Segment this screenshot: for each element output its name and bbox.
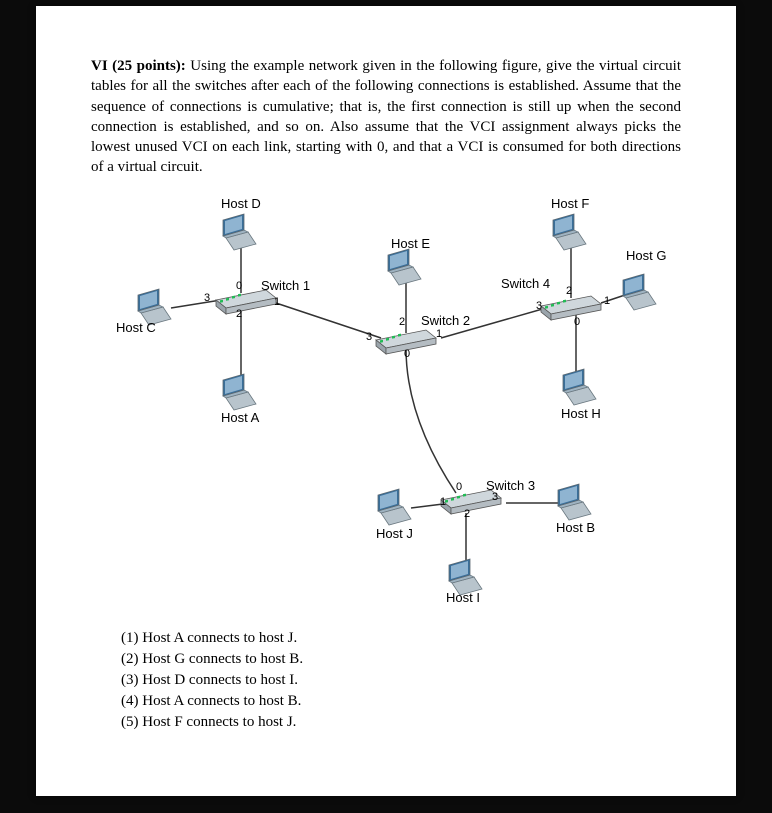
port-s3-3: 3 bbox=[492, 491, 498, 503]
label-host-a: Host A bbox=[221, 410, 259, 425]
connection-item-2: (2) Host G connects to host B. bbox=[121, 649, 681, 670]
label-host-c: Host C bbox=[116, 320, 156, 335]
label-switch-2: Switch 2 bbox=[421, 313, 470, 328]
label-host-i: Host I bbox=[446, 590, 480, 605]
label-host-h: Host H bbox=[561, 406, 601, 421]
port-s3-1: 1 bbox=[440, 496, 446, 508]
label-switch-1: Switch 1 bbox=[261, 278, 310, 293]
label-host-b: Host B bbox=[556, 520, 595, 535]
network-lines bbox=[106, 188, 666, 608]
question-text: VI (25 points): Using the example networ… bbox=[91, 56, 681, 178]
connection-list: (1) Host A connects to host J. (2) Host … bbox=[121, 628, 681, 733]
port-s1-1: 1 bbox=[274, 296, 280, 308]
port-s4-3: 3 bbox=[536, 300, 542, 312]
label-host-f: Host F bbox=[551, 196, 589, 211]
label-host-d: Host D bbox=[221, 196, 261, 211]
port-s3-2: 2 bbox=[464, 508, 470, 520]
label-switch-4: Switch 4 bbox=[501, 276, 550, 291]
question-heading: VI (25 points): bbox=[91, 58, 186, 74]
document-page: VI (25 points): Using the example networ… bbox=[36, 6, 736, 796]
network-figure: Host D Host C Host A Host E Host F Host … bbox=[106, 188, 666, 608]
label-host-e: Host E bbox=[391, 236, 430, 251]
port-s3-0: 0 bbox=[456, 481, 462, 493]
connection-item-1: (1) Host A connects to host J. bbox=[121, 628, 681, 649]
port-s1-2: 2 bbox=[236, 308, 242, 320]
connection-item-3: (3) Host D connects to host I. bbox=[121, 670, 681, 691]
connection-item-5: (5) Host F connects to host J. bbox=[121, 712, 681, 733]
connection-item-4: (4) Host A connects to host B. bbox=[121, 691, 681, 712]
label-host-j: Host J bbox=[376, 526, 413, 541]
port-s4-1: 1 bbox=[604, 295, 610, 307]
label-host-g: Host G bbox=[626, 248, 666, 263]
port-s1-3: 3 bbox=[204, 292, 210, 304]
port-s1-0: 0 bbox=[236, 280, 242, 292]
port-s4-2: 2 bbox=[566, 285, 572, 297]
port-s2-0: 0 bbox=[404, 348, 410, 360]
port-s2-3: 3 bbox=[366, 331, 372, 343]
page-root: VI (25 points): Using the example networ… bbox=[0, 0, 772, 813]
port-s2-2: 2 bbox=[399, 316, 405, 328]
port-s2-1: 1 bbox=[436, 328, 442, 340]
port-s4-0: 0 bbox=[574, 316, 580, 328]
question-body: Using the example network given in the f… bbox=[91, 58, 681, 175]
